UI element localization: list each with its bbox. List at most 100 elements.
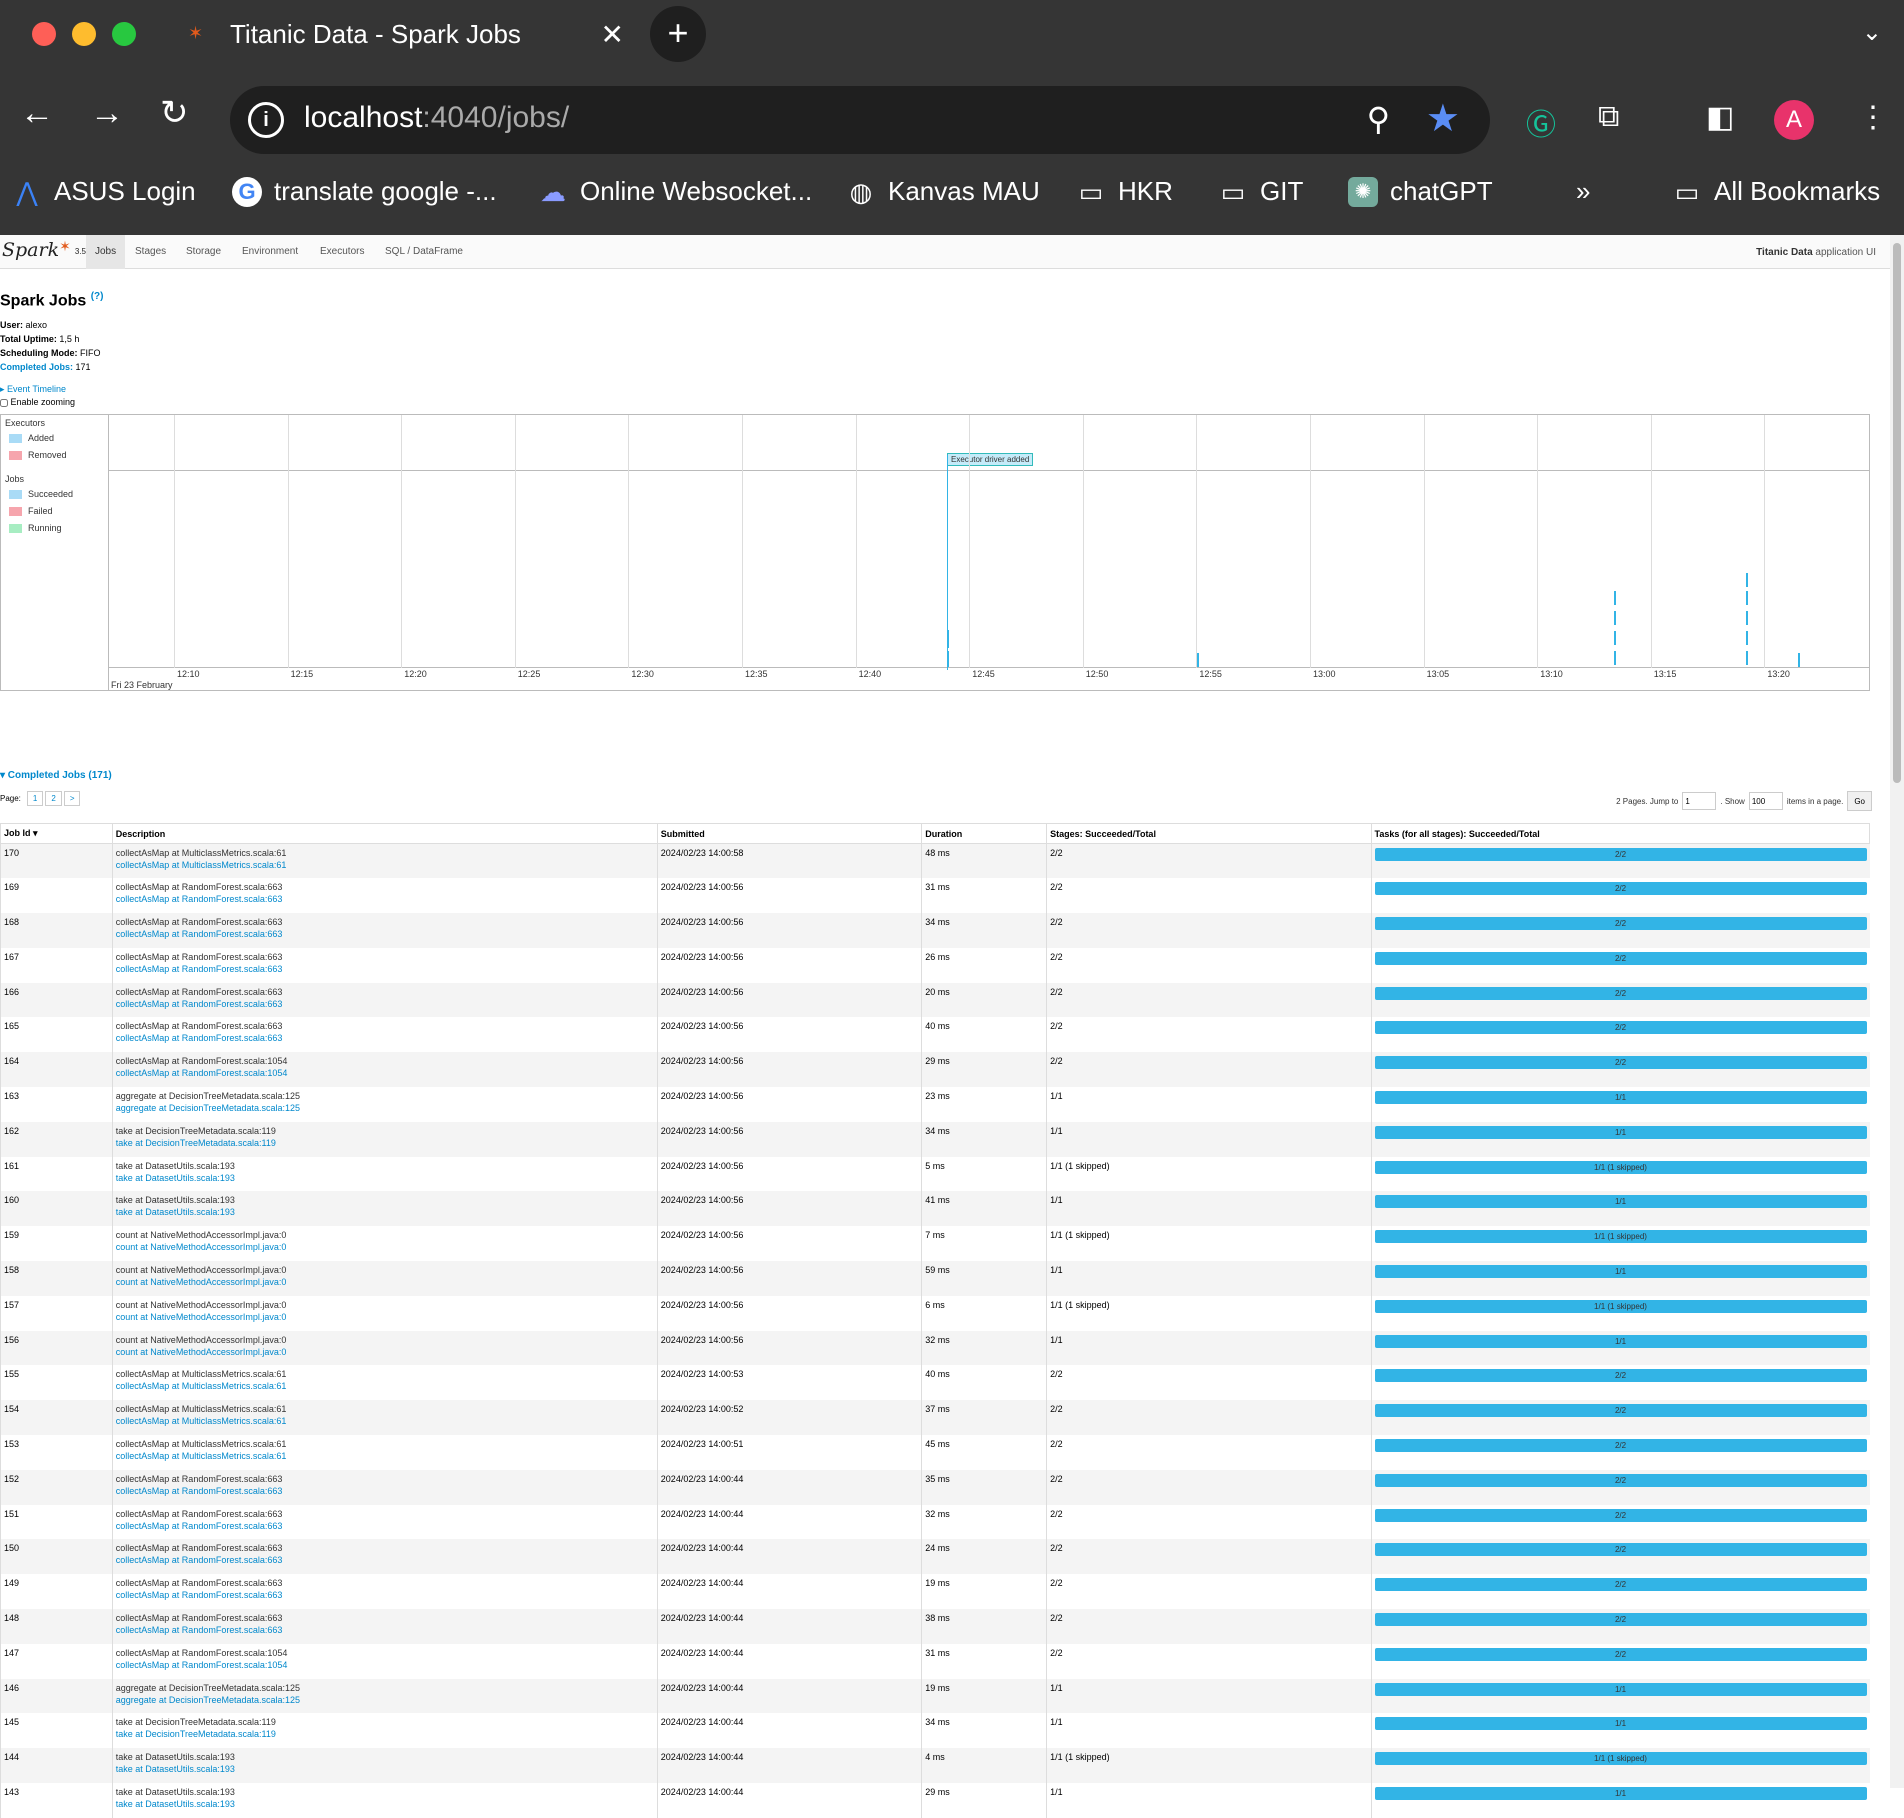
job-description-link[interactable]: take at DatasetUtils.scala:193: [116, 1173, 654, 1183]
col-tasks[interactable]: Tasks (for all stages): Succeeded/Total: [1370, 823, 1870, 844]
job-description-link[interactable]: collectAsMap at MulticlassMetrics.scala:…: [116, 1451, 654, 1461]
help-link[interactable]: (?): [91, 291, 104, 302]
extensions-puzzle-icon[interactable]: ⧉: [1598, 100, 1619, 134]
job-description-link[interactable]: collectAsMap at RandomForest.scala:663: [116, 1033, 654, 1043]
browser-tab[interactable]: ✶ Titanic Data - Spark Jobs ✕: [168, 0, 638, 68]
job-description-link[interactable]: collectAsMap at MulticlassMetrics.scala:…: [116, 860, 654, 870]
timeline-job-marker[interactable]: [947, 651, 949, 667]
completed-jobs-link[interactable]: Completed Jobs:: [0, 362, 73, 372]
job-description-link[interactable]: count at NativeMethodAccessorImpl.java:0: [116, 1312, 654, 1322]
timeline-job-marker[interactable]: [1746, 573, 1748, 587]
job-description-link[interactable]: collectAsMap at MulticlassMetrics.scala:…: [116, 1381, 654, 1391]
maximize-window-button[interactable]: [112, 22, 136, 46]
page-1-link[interactable]: 1: [26, 791, 44, 806]
job-description-link[interactable]: collectAsMap at RandomForest.scala:663: [116, 999, 654, 1009]
browser-menu-icon[interactable]: ⋮: [1858, 100, 1888, 135]
tab-jobs[interactable]: Jobs: [86, 235, 126, 269]
bookmark-kanvas-mau[interactable]: ◍ Kanvas MAU: [846, 176, 1040, 207]
job-description-link[interactable]: collectAsMap at RandomForest.scala:1054: [116, 1068, 654, 1078]
executor-added-marker[interactable]: Executor driver added: [947, 453, 1034, 466]
tab-sql-dataframe[interactable]: SQL / DataFrame: [376, 235, 472, 269]
close-window-button[interactable]: [32, 22, 56, 46]
col-submitted[interactable]: Submitted: [656, 823, 923, 844]
enable-zooming-checkbox[interactable]: [0, 398, 8, 407]
minimize-window-button[interactable]: [72, 22, 96, 46]
job-description-link[interactable]: take at DatasetUtils.scala:193: [116, 1207, 654, 1217]
job-description-link[interactable]: collectAsMap at MulticlassMetrics.scala:…: [116, 1416, 654, 1426]
bookmark-asus-login[interactable]: ⋀ ASUS Login: [12, 176, 195, 207]
job-description-link[interactable]: take at DatasetUtils.scala:193: [116, 1764, 654, 1774]
job-description-link[interactable]: take at DecisionTreeMetadata.scala:119: [116, 1729, 654, 1739]
job-description-link[interactable]: collectAsMap at RandomForest.scala:663: [116, 1625, 654, 1635]
timeline-job-marker[interactable]: [1746, 631, 1748, 645]
col-description[interactable]: Description: [111, 823, 658, 844]
bookmark-hkr[interactable]: ▭ HKR: [1076, 176, 1173, 207]
job-description-link[interactable]: collectAsMap at RandomForest.scala:1054: [116, 1660, 654, 1670]
grammarly-extension-icon[interactable]: Ⓖ: [1526, 100, 1556, 144]
page-size-input[interactable]: [1748, 792, 1783, 810]
tab-stages[interactable]: Stages: [126, 235, 175, 269]
page-2-link[interactable]: 2: [45, 791, 62, 806]
timeline-job-marker[interactable]: [1614, 611, 1616, 625]
timeline-job-marker[interactable]: [1614, 651, 1616, 665]
timeline-job-marker[interactable]: [1197, 653, 1199, 667]
job-description-link[interactable]: aggregate at DecisionTreeMetadata.scala:…: [116, 1103, 654, 1113]
job-description-link[interactable]: collectAsMap at RandomForest.scala:663: [116, 964, 654, 974]
go-button[interactable]: Go: [1847, 791, 1872, 811]
completed-jobs-heading[interactable]: ▾ Completed Jobs (171): [0, 770, 112, 781]
col-job-id[interactable]: Job Id ▾: [0, 823, 113, 844]
timeline-job-marker[interactable]: [947, 630, 949, 648]
job-description-link[interactable]: collectAsMap at RandomForest.scala:663: [116, 1590, 654, 1600]
bookmark-chatgpt[interactable]: ✺ chatGPT: [1348, 176, 1493, 207]
tab-search-chevron-icon[interactable]: ⌄: [1862, 18, 1882, 47]
site-info-icon[interactable]: i: [248, 102, 284, 138]
col-duration[interactable]: Duration: [921, 823, 1048, 844]
reload-icon[interactable]: ↻: [160, 96, 189, 130]
page-scrollbar[interactable]: [1890, 235, 1904, 1788]
all-bookmarks[interactable]: ▭ All Bookmarks: [1672, 176, 1880, 207]
timeline-job-marker[interactable]: [1614, 631, 1616, 645]
timeline-job-marker[interactable]: [1746, 651, 1748, 665]
jump-to-page-input[interactable]: [1682, 792, 1717, 810]
new-tab-button[interactable]: +: [650, 6, 706, 62]
job-description-link[interactable]: take at DecisionTreeMetadata.scala:119: [116, 1138, 654, 1148]
enable-zooming[interactable]: Enable zooming: [0, 397, 75, 407]
forward-arrow-icon[interactable]: →: [90, 96, 124, 130]
job-description-link[interactable]: take at DatasetUtils.scala:193: [116, 1799, 654, 1809]
bookmark-star-icon[interactable]: ★: [1426, 96, 1460, 141]
url-text[interactable]: localhost:4040/jobs/: [304, 101, 569, 135]
profile-avatar[interactable]: A: [1774, 100, 1814, 140]
next-page-link[interactable]: >: [63, 791, 81, 806]
timeline-grid[interactable]: Executor driver added Fri 23 February 12…: [109, 415, 1869, 690]
back-arrow-icon[interactable]: ←: [20, 96, 54, 130]
tab-environment[interactable]: Environment: [233, 235, 307, 269]
timeline-gridline: [401, 415, 403, 668]
job-description-link[interactable]: collectAsMap at RandomForest.scala:663: [116, 1521, 654, 1531]
job-description-link[interactable]: count at NativeMethodAccessorImpl.java:0: [116, 1277, 654, 1287]
more-bookmarks-chevron-icon[interactable]: »: [1576, 176, 1590, 207]
timeline-job-marker[interactable]: [1746, 611, 1748, 625]
job-description-link[interactable]: aggregate at DecisionTreeMetadata.scala:…: [116, 1695, 654, 1705]
job-description-link[interactable]: collectAsMap at RandomForest.scala:663: [116, 1555, 654, 1565]
job-description-link[interactable]: count at NativeMethodAccessorImpl.java:0: [116, 1347, 654, 1357]
close-tab-icon[interactable]: ✕: [601, 18, 624, 51]
job-description-link[interactable]: collectAsMap at RandomForest.scala:663: [116, 1486, 654, 1496]
spark-logo[interactable]: Spark✶ 3.5.0: [2, 239, 93, 261]
timeline-job-marker[interactable]: [1746, 591, 1748, 605]
tab-storage[interactable]: Storage: [177, 235, 230, 269]
job-description-link[interactable]: collectAsMap at RandomForest.scala:663: [116, 894, 654, 904]
job-description-link[interactable]: collectAsMap at RandomForest.scala:663: [116, 929, 654, 939]
scrollbar-thumb[interactable]: [1893, 243, 1901, 783]
bookmark-git[interactable]: ▭ GIT: [1218, 176, 1304, 207]
address-bar[interactable]: i localhost:4040/jobs/ ⚲ ★: [230, 86, 1490, 154]
side-panel-icon[interactable]: ◧: [1706, 100, 1734, 135]
bookmark-translate-google[interactable]: Gtranslate google -...: [232, 176, 497, 207]
job-description-link[interactable]: count at NativeMethodAccessorImpl.java:0: [116, 1242, 654, 1252]
bookmark-online-websocket[interactable]: ☁ Online Websocket...: [538, 176, 812, 207]
col-stages[interactable]: Stages: Succeeded/Total: [1046, 823, 1372, 844]
timeline-job-marker[interactable]: [1798, 653, 1800, 667]
zoom-icon[interactable]: ⚲: [1367, 100, 1390, 138]
timeline-job-marker[interactable]: [1614, 591, 1616, 605]
tab-executors[interactable]: Executors: [311, 235, 373, 269]
event-timeline-toggle[interactable]: ▸ Event Timeline: [0, 384, 66, 395]
